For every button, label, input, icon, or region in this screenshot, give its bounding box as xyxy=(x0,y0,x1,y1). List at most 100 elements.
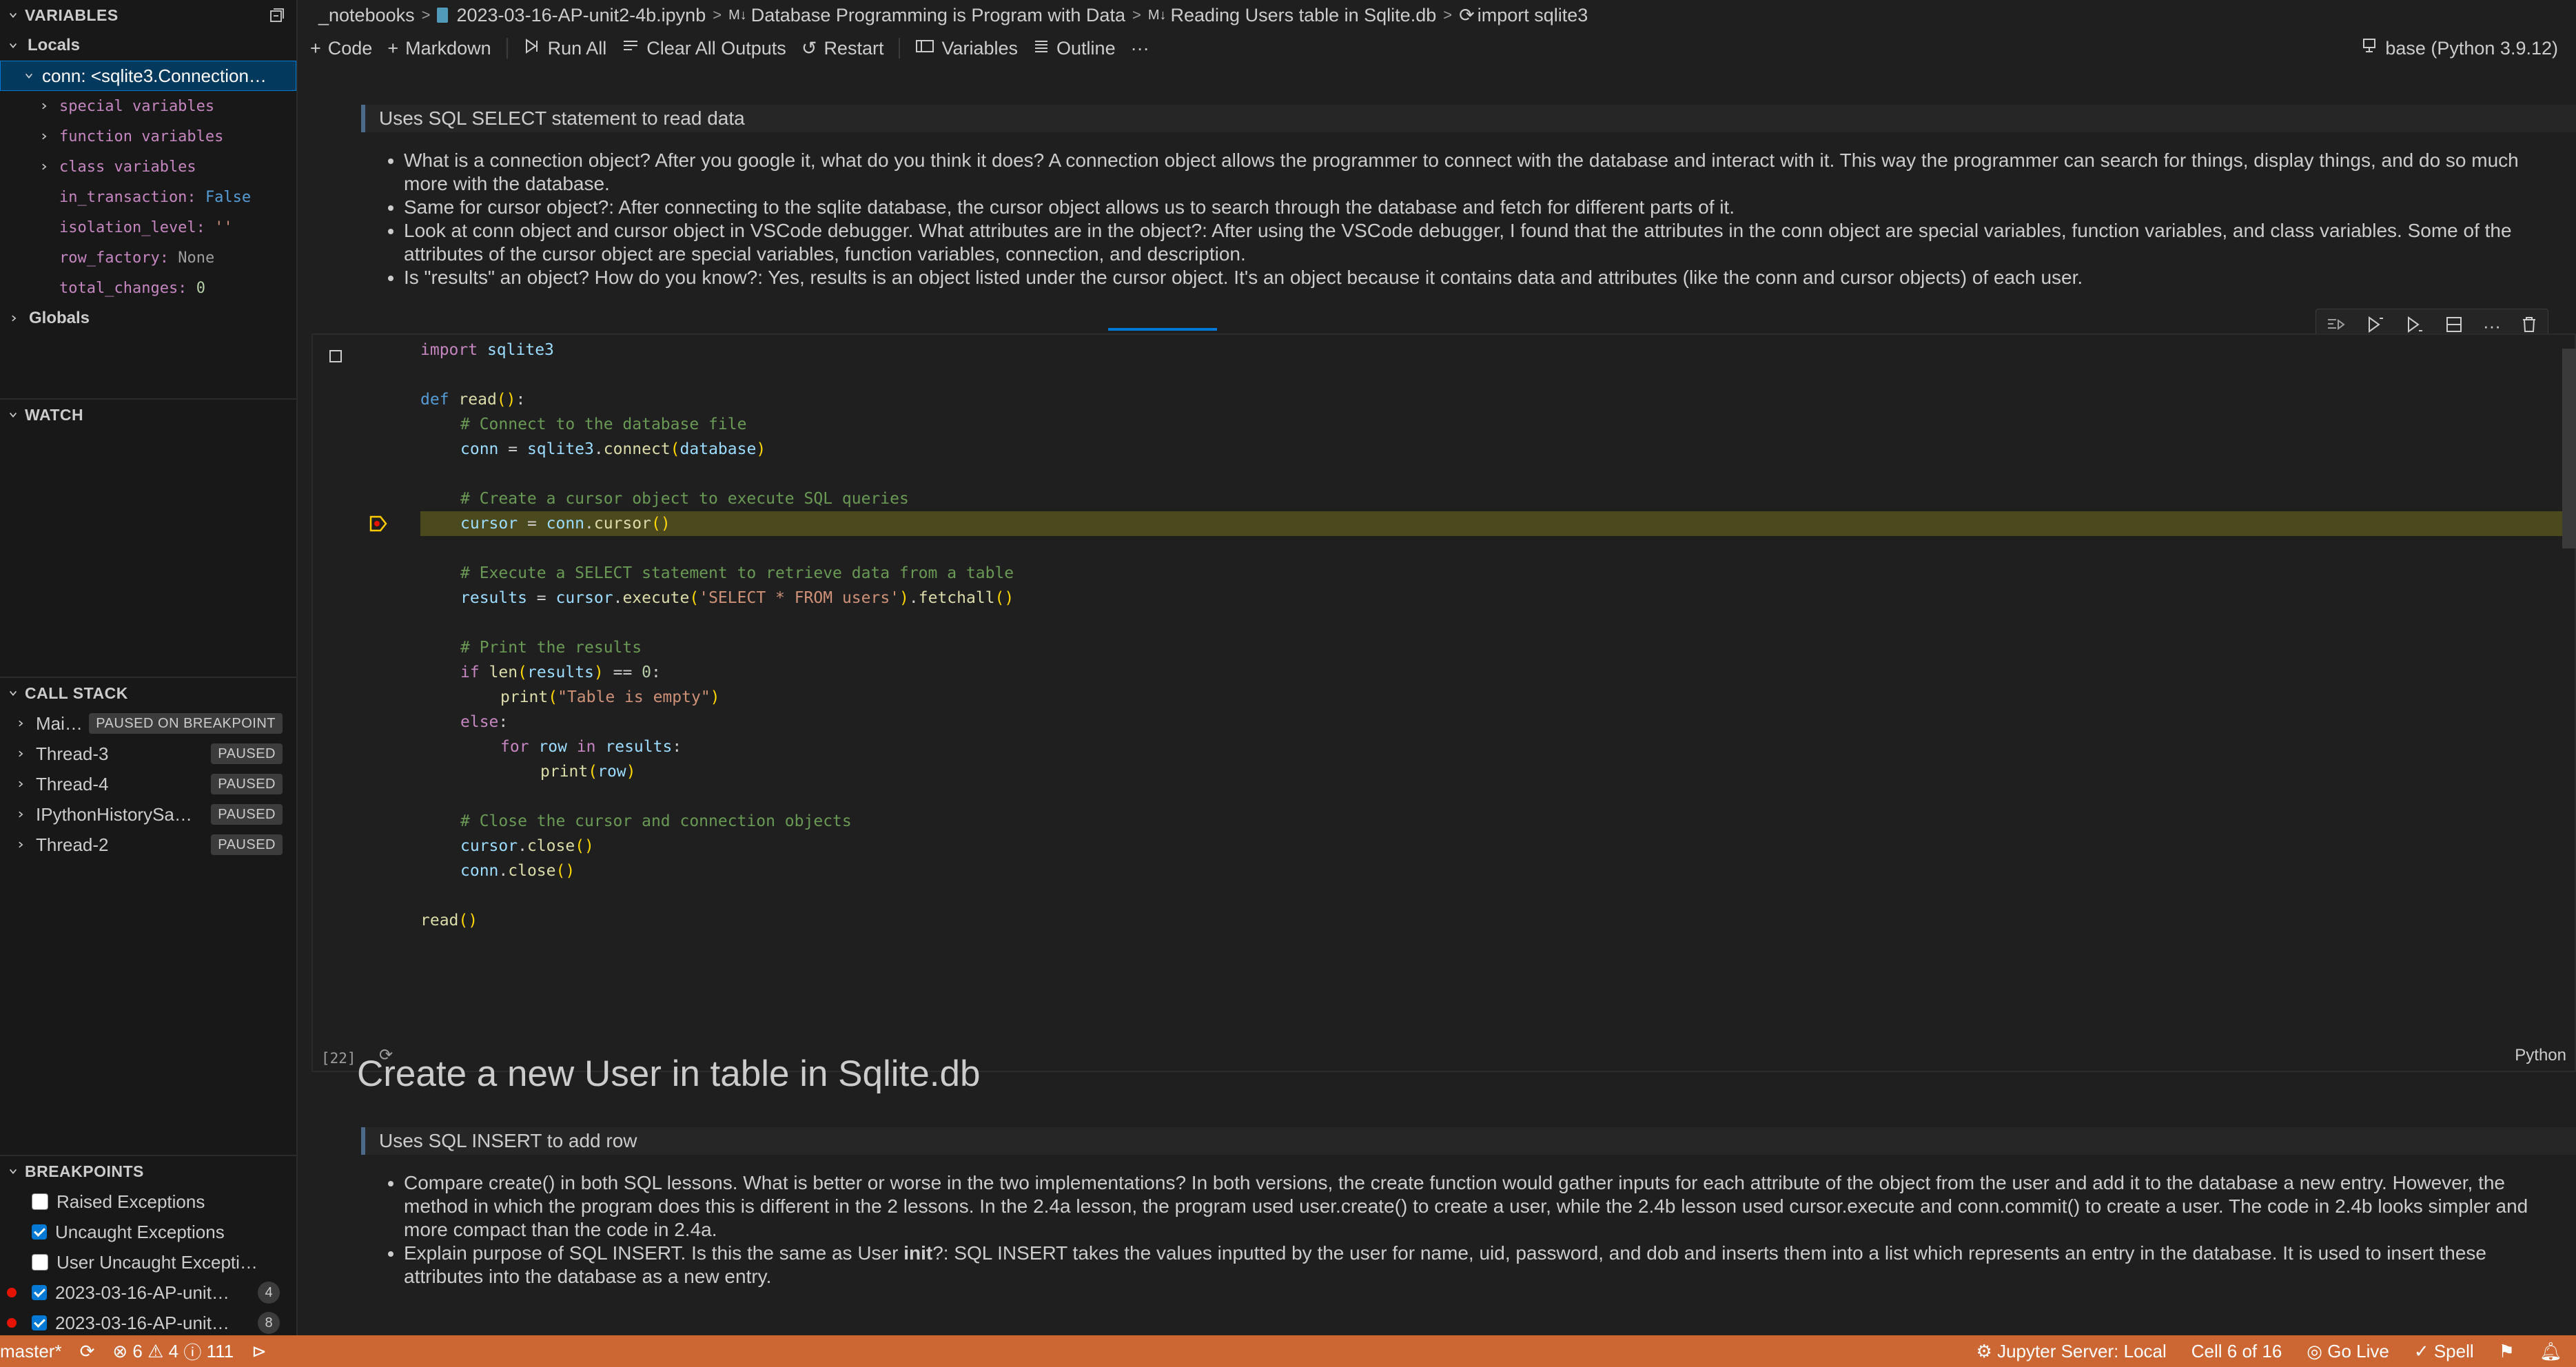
breakpoint-file-item[interactable]: 2023-03-16-AP-unit… 4 xyxy=(0,1277,296,1308)
error-icon: ⊗ xyxy=(112,1340,128,1361)
bell-icon: 🔔︎ xyxy=(2539,1340,2562,1361)
debug-button[interactable]: ⊳ xyxy=(252,1341,267,1362)
breakpoint-raised-exceptions[interactable]: Raised Exceptions xyxy=(0,1186,296,1217)
collapse-all-icon[interactable] xyxy=(269,7,285,23)
jupyter-label: Jupyter Server: Local xyxy=(1997,1340,2167,1361)
code-line: print(row) xyxy=(540,763,636,781)
code-editor[interactable]: import sqlite3 def read(): # Connect to … xyxy=(382,335,2576,1003)
locals-label: Locals xyxy=(28,36,81,54)
thread-name: Thread-3 xyxy=(36,743,109,764)
variables-section-header[interactable]: VARIABLES xyxy=(0,0,296,30)
warning-icon: ⚠ xyxy=(147,1340,164,1361)
breakpoint-line-count: 8 xyxy=(258,1312,280,1334)
run-all-button[interactable]: Run All xyxy=(523,37,606,60)
spell-check-button[interactable]: ✓ Spell xyxy=(2414,1341,2474,1362)
chevron-right-icon xyxy=(40,162,48,172)
locals-scope[interactable]: Locals xyxy=(0,30,296,61)
markdown-icon: M↓ xyxy=(728,7,747,23)
cell-collapse-checkbox[interactable] xyxy=(329,350,342,362)
cell-position[interactable]: Cell 6 of 16 xyxy=(2191,1341,2282,1362)
thread-item[interactable]: IPythonHistorySa… PAUSED xyxy=(0,799,296,830)
tree-item-special-variables[interactable]: special variables xyxy=(0,91,296,121)
checkbox[interactable] xyxy=(32,1285,47,1300)
clear-all-outputs-button[interactable]: Clear All Outputs xyxy=(622,37,786,60)
globals-scope[interactable]: Globals xyxy=(0,303,296,333)
attr-row-factory[interactable]: row_factory: None xyxy=(0,243,296,273)
attr-value: 0 xyxy=(196,279,205,297)
button-label: Clear All Outputs xyxy=(646,37,786,59)
thread-item[interactable]: Thread-4 PAUSED xyxy=(0,769,296,799)
checkbox[interactable] xyxy=(32,1193,48,1210)
kernel-icon xyxy=(2362,38,2377,59)
checkbox[interactable] xyxy=(32,1224,47,1240)
checkbox[interactable] xyxy=(32,1315,47,1330)
clear-outputs-icon xyxy=(622,37,640,60)
attr-in-transaction[interactable]: in_transaction: False xyxy=(0,182,296,212)
git-branch[interactable]: master* xyxy=(0,1341,62,1362)
jupyter-server-status[interactable]: ⚙ Jupyter Server: Local xyxy=(1976,1341,2167,1362)
tree-item-function-variables[interactable]: function variables xyxy=(0,121,296,152)
vertical-scrollbar[interactable] xyxy=(2562,349,2576,548)
kernel-picker[interactable]: base (Python 3.9.12) xyxy=(2362,38,2558,59)
notebook-toolbar: + Code + Markdown Run All Clear All Outp… xyxy=(298,30,2576,66)
code-line: import sqlite3 xyxy=(420,341,554,359)
chevron-right-icon xyxy=(10,314,18,323)
breadcrumb-file[interactable]: 2023-03-16-AP-unit2-4b.ipynb xyxy=(456,5,706,26)
breadcrumb-section[interactable]: Reading Users table in Sqlite.db xyxy=(1171,5,1437,26)
button-label: Variables xyxy=(941,37,1019,59)
breakpoint-label: Raised Exceptions xyxy=(57,1191,205,1212)
cell-language-label[interactable]: Python xyxy=(2515,1046,2566,1065)
thread-item[interactable]: Thread-3 PAUSED xyxy=(0,739,296,769)
tree-item-label: function variables xyxy=(59,127,224,145)
attr-isolation-level[interactable]: isolation_level: '' xyxy=(0,212,296,243)
checkbox[interactable] xyxy=(32,1254,48,1271)
markdown-icon: M↓ xyxy=(1147,7,1167,23)
plus-icon: + xyxy=(310,37,321,59)
quote-text: Uses SQL SELECT statement to read data xyxy=(379,107,745,129)
chevron-right-icon xyxy=(40,132,48,141)
error-count: 6 xyxy=(132,1340,143,1361)
thread-status-badge: PAUSED ON BREAKPOINT xyxy=(89,713,283,734)
tree-item-class-variables[interactable]: class variables xyxy=(0,152,296,182)
attr-total-changes[interactable]: total_changes: 0 xyxy=(0,273,296,303)
watch-section-header[interactable]: WATCH xyxy=(0,400,296,430)
run-all-icon xyxy=(523,37,541,60)
list-item: Look at conn object and cursor object in… xyxy=(404,219,2540,266)
code-cell[interactable]: import sqlite3 def read(): # Connect to … xyxy=(311,333,2576,1072)
breakpoint-file-item[interactable]: 2023-03-16-AP-unit… 8 xyxy=(0,1308,296,1335)
problems-indicator[interactable]: ⊗ 6 ⚠ 4 ⓘ 111 xyxy=(112,1339,234,1364)
callstack-section-header[interactable]: CALL STACK xyxy=(0,678,296,708)
add-code-cell-button[interactable]: + Code xyxy=(310,38,372,59)
chevron-down-icon xyxy=(8,41,18,50)
chevron-right-icon: > xyxy=(421,6,431,23)
breadcrumb-section[interactable]: Database Programming is Program with Dat… xyxy=(751,5,1125,26)
list-item: Is "results" an object? How do you know?… xyxy=(404,266,2540,289)
sync-button[interactable]: ⟳ xyxy=(80,1341,95,1362)
variable-conn[interactable]: conn: <sqlite3.Connection… xyxy=(0,61,296,91)
conn-variable-label: conn: <sqlite3.Connection… xyxy=(42,65,267,86)
breakpoints-section-header[interactable]: BREAKPOINTS xyxy=(0,1156,296,1186)
button-label: Restart xyxy=(824,37,884,59)
attr-name: row_factory: xyxy=(59,249,169,267)
globals-label: Globals xyxy=(29,309,90,327)
restart-button[interactable]: ↺ Restart xyxy=(801,38,884,59)
thread-item[interactable]: Mai… PAUSED ON BREAKPOINT xyxy=(0,708,296,739)
more-actions-button[interactable]: ··· xyxy=(1131,38,1149,59)
code-line: # Create a cursor object to execute SQL … xyxy=(460,490,909,508)
thread-item[interactable]: Thread-2 PAUSED xyxy=(0,830,296,860)
variables-button[interactable]: Variables xyxy=(915,38,1018,59)
breadcrumb-cell[interactable]: import sqlite3 xyxy=(1478,5,1588,26)
breakpoint-user-uncaught[interactable]: User Uncaught Excepti… xyxy=(0,1247,296,1277)
thread-status-badge: PAUSED xyxy=(211,834,283,855)
add-markdown-cell-button[interactable]: + Markdown xyxy=(387,38,491,59)
broadcast-icon: ◎ xyxy=(2307,1340,2328,1361)
feedback-button[interactable]: ⚑ xyxy=(2499,1341,2515,1362)
breakpoint-paused-icon[interactable] xyxy=(369,515,387,532)
go-live-button[interactable]: ◎ Go Live xyxy=(2307,1341,2389,1362)
outline-button[interactable]: Outline xyxy=(1033,38,1116,59)
breadcrumb-folder[interactable]: _notebooks xyxy=(318,5,415,26)
notifications-button[interactable]: 🔔︎ xyxy=(2539,1341,2562,1362)
breakpoint-uncaught-exceptions[interactable]: Uncaught Exceptions xyxy=(0,1217,296,1247)
go-live-label: Go Live xyxy=(2327,1340,2389,1361)
tree-item-label: class variables xyxy=(59,158,196,176)
